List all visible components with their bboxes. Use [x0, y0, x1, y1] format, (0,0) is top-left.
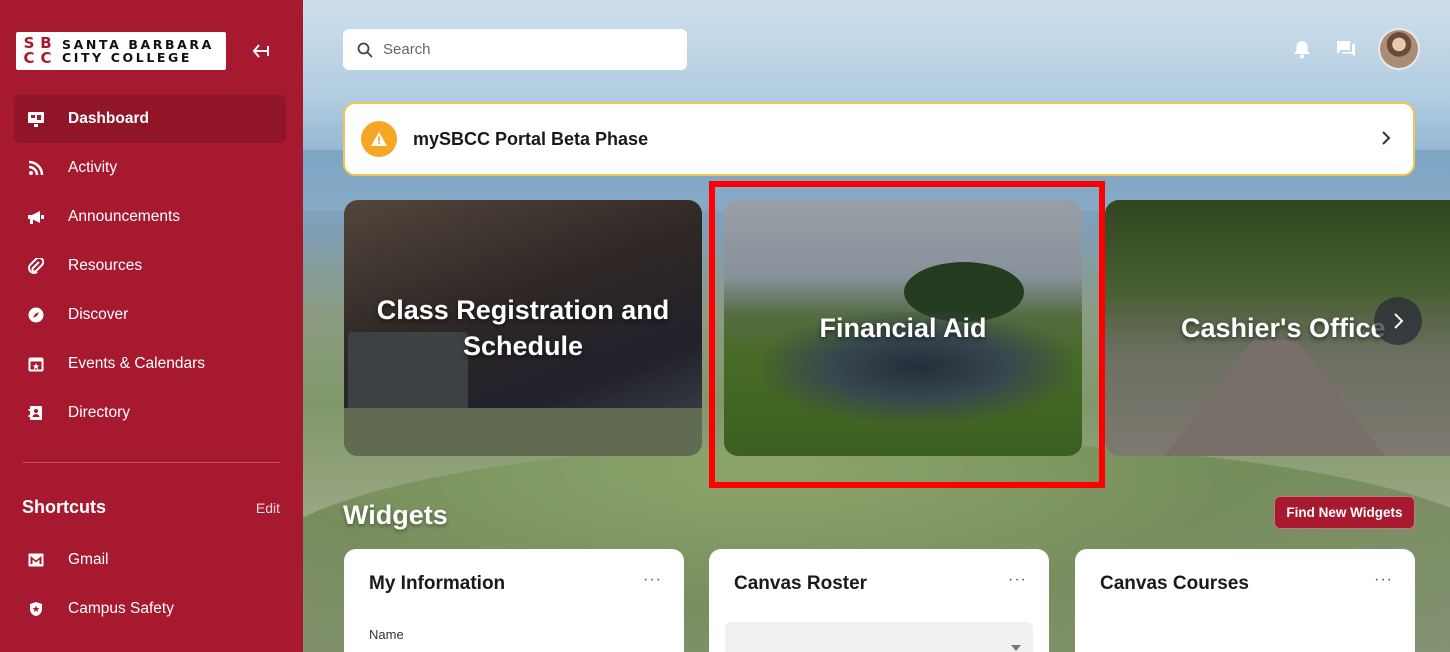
widget-more-menu[interactable]: ···	[1008, 571, 1027, 589]
carousel-next-button[interactable]	[1374, 297, 1422, 345]
shortcut-gmail[interactable]: Gmail	[14, 536, 286, 584]
paperclip-icon	[26, 256, 46, 276]
megaphone-icon	[26, 207, 46, 227]
logo-line-2: CITY COLLEGE	[62, 50, 193, 65]
widget-canvas-roster: Canvas Roster ···	[709, 549, 1049, 652]
shortcut-label: Campus Safety	[68, 600, 174, 617]
sidebar-item-events-calendars[interactable]: Events & Calendars	[14, 340, 286, 388]
card-title: Financial Aid	[819, 313, 987, 343]
widget-title: Canvas Courses	[1100, 573, 1249, 594]
messages-icon[interactable]	[1334, 37, 1358, 61]
widget-more-menu[interactable]: ···	[1374, 571, 1393, 589]
user-avatar[interactable]	[1378, 28, 1420, 70]
chevron-right-icon	[1394, 313, 1404, 329]
sidebar-item-label: Announcements	[68, 208, 181, 225]
address-book-icon	[26, 403, 46, 423]
sidebar-item-announcements[interactable]: Announcements	[14, 193, 286, 241]
main-content: mySBCC Portal Beta Phase Class Registrat…	[303, 0, 1450, 652]
card-title: Class Registration and Schedule	[376, 295, 670, 361]
college-logo[interactable]: S B C C SANTA BARBARA CITY COLLEGE	[16, 32, 226, 70]
sidebar-item-label: Resources	[68, 257, 143, 274]
warning-icon	[361, 121, 397, 157]
widget-more-menu[interactable]: ···	[643, 571, 662, 589]
mail-icon	[26, 550, 46, 570]
shortcut-label: Gmail	[68, 551, 109, 568]
sidebar-item-label: Directory	[68, 404, 131, 421]
search-input[interactable]	[383, 41, 663, 58]
rss-icon	[26, 158, 46, 178]
sidebar-item-dashboard[interactable]: Dashboard	[14, 95, 286, 143]
sidebar-item-resources[interactable]: Resources	[14, 242, 286, 290]
sidebar-item-discover[interactable]: Discover	[14, 291, 286, 339]
sidebar: S B C C SANTA BARBARA CITY COLLEGE Dashb…	[0, 0, 303, 652]
caret-down-icon	[1011, 638, 1021, 652]
widget-my-information: My Information ··· Name	[344, 549, 684, 652]
chevron-right-icon	[1381, 130, 1391, 151]
sidebar-item-directory[interactable]: Directory	[14, 389, 286, 437]
shortcuts-title: Shortcuts	[22, 497, 107, 517]
name-label: Name	[369, 627, 404, 642]
shortcut-campus-safety[interactable]: Campus Safety	[14, 585, 286, 633]
sidebar-item-label: Discover	[68, 306, 129, 323]
main-nav: Dashboard Activity Announcements Resourc…	[14, 95, 286, 438]
widget-title: My Information	[369, 573, 506, 594]
dashboard-icon	[26, 109, 46, 129]
logo-mark-letter: C	[40, 49, 51, 67]
course-select-dropdown[interactable]	[725, 622, 1033, 652]
calendar-icon	[26, 354, 46, 374]
beta-phase-banner[interactable]: mySBCC Portal Beta Phase	[343, 102, 1415, 176]
sidebar-divider	[22, 462, 280, 463]
sidebar-item-activity[interactable]: Activity	[14, 144, 286, 192]
find-new-widgets-button[interactable]: Find New Widgets	[1274, 496, 1415, 529]
widget-title: Canvas Roster	[734, 573, 868, 594]
banner-text: mySBCC Portal Beta Phase	[413, 128, 649, 149]
widget-canvas-courses: Canvas Courses ···	[1075, 549, 1415, 652]
shortcuts-list: Gmail Campus Safety	[14, 536, 286, 634]
collapse-sidebar-button[interactable]	[248, 38, 274, 64]
shortcuts-header: Shortcuts Edit	[22, 497, 280, 518]
compass-icon	[26, 305, 46, 325]
search-icon	[357, 42, 373, 58]
sidebar-item-label: Events & Calendars	[68, 355, 205, 372]
sidebar-item-label: Dashboard	[68, 110, 149, 127]
search-bar[interactable]	[343, 29, 687, 70]
card-financial-aid[interactable]: Financial Aid	[724, 200, 1082, 456]
widgets-title: Widgets	[343, 500, 448, 530]
collapse-arrow-icon	[252, 44, 269, 58]
top-bar-actions	[1270, 28, 1420, 70]
card-class-registration[interactable]: Class Registration and Schedule	[344, 200, 702, 456]
badge-icon	[26, 599, 46, 619]
sidebar-item-label: Activity	[68, 159, 118, 176]
notifications-bell-icon[interactable]	[1290, 37, 1314, 61]
logo-mark: S B C C	[20, 36, 54, 66]
shortcuts-edit-link[interactable]: Edit	[256, 500, 280, 516]
logo-text: SANTA BARBARA CITY COLLEGE	[62, 38, 214, 64]
logo-mark-letter: C	[23, 49, 34, 67]
